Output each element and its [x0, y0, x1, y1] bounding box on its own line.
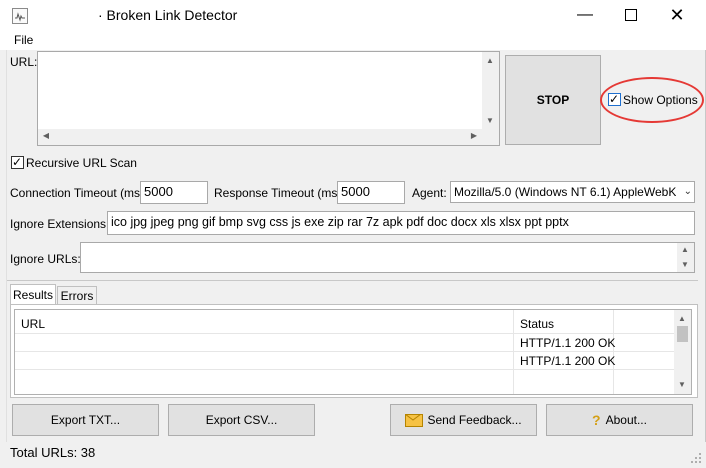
ignore-urls-input[interactable]: ▲ ▼	[80, 242, 695, 273]
response-timeout-label: Response Timeout (ms):	[214, 186, 345, 200]
scroll-down-icon[interactable]: ▼	[677, 260, 693, 269]
envelope-icon	[405, 413, 424, 427]
window-title: · Broken Link Detector	[98, 7, 238, 23]
scroll-up-icon[interactable]: ▲	[677, 245, 693, 254]
tab-errors[interactable]: Errors	[57, 286, 97, 304]
checkmark-icon: ✓	[12, 155, 23, 169]
url-input[interactable]: ▲ ▼ ◀ ▶	[37, 51, 500, 146]
scroll-down-icon[interactable]: ▼	[674, 380, 690, 389]
row-divider	[15, 369, 675, 370]
scroll-corner	[482, 129, 499, 145]
table-row[interactable]: HTTP/1.1 200 OK	[15, 334, 675, 351]
table-row[interactable]: HTTP/1.1 200 OK	[15, 352, 675, 369]
maximize-button[interactable]	[608, 0, 654, 30]
about-label: About...	[605, 413, 647, 427]
url-hscrollbar[interactable]: ◀ ▶	[38, 129, 483, 145]
minimize-button[interactable]: —	[562, 0, 608, 30]
response-timeout-input[interactable]: 5000	[337, 181, 405, 204]
highlight-ellipse	[600, 77, 704, 123]
scroll-right-icon[interactable]: ▶	[466, 131, 482, 140]
ignore-extensions-label: Ignore Extensions:	[10, 217, 110, 231]
agent-value: Mozilla/5.0 (Windows NT 6.1) AppleWebKit…	[454, 185, 676, 199]
tab-results[interactable]: Results	[10, 284, 56, 304]
results-scrollbar[interactable]: ▲ ▼	[674, 310, 691, 394]
close-button[interactable]: ✕	[654, 0, 700, 30]
total-urls-status: Total URLs: 38	[10, 445, 96, 460]
results-listview[interactable]: URL Status HTTP/1.1 200 OK HTTP/1.1 200 …	[14, 309, 692, 395]
scroll-up-icon[interactable]: ▲	[674, 314, 690, 323]
about-button[interactable]: ? About...	[546, 404, 693, 436]
maximize-icon	[625, 9, 637, 21]
scroll-thumb[interactable]	[677, 326, 688, 342]
minimize-icon: —	[577, 6, 593, 23]
recursive-scan-label[interactable]: Recursive URL Scan	[26, 156, 137, 170]
app-icon	[12, 8, 28, 24]
column-header-status[interactable]: Status	[520, 317, 554, 331]
url-label: URL:	[10, 55, 38, 69]
recursive-scan-checkbox[interactable]: ✓	[11, 155, 24, 169]
cell-status: HTTP/1.1 200 OK	[520, 336, 616, 350]
agent-select[interactable]: Mozilla/5.0 (Windows NT 6.1) AppleWebKit…	[450, 181, 695, 203]
send-feedback-label: Send Feedback...	[427, 413, 522, 427]
column-header-url[interactable]: URL	[21, 317, 45, 331]
agent-label: Agent:	[412, 186, 447, 200]
ignore-urls-label: Ignore URLs:	[10, 252, 81, 266]
status-bar	[0, 442, 706, 468]
scroll-up-icon[interactable]: ▲	[482, 56, 498, 65]
connection-timeout-label: Connection Timeout (ms):	[10, 186, 148, 200]
left-strip	[0, 50, 7, 468]
menu-bar	[0, 30, 706, 50]
resize-grip-icon[interactable]	[690, 452, 702, 464]
question-mark-icon: ?	[592, 412, 601, 428]
stop-button[interactable]: STOP	[505, 55, 601, 145]
export-txt-button[interactable]: Export TXT...	[12, 404, 159, 436]
close-icon: ✕	[669, 4, 685, 25]
chevron-down-icon[interactable]: ⌄	[684, 186, 692, 197]
send-feedback-button[interactable]: Send Feedback...	[390, 404, 537, 436]
cell-status: HTTP/1.1 200 OK	[520, 354, 616, 368]
menu-file[interactable]: File	[14, 33, 33, 47]
export-csv-button[interactable]: Export CSV...	[168, 404, 315, 436]
splitter[interactable]	[7, 280, 698, 281]
ignore-extensions-input[interactable]: ico jpg jpeg png gif bmp svg css js exe …	[107, 211, 695, 235]
url-vscrollbar[interactable]: ▲ ▼	[482, 52, 499, 130]
ignore-urls-scrollbar[interactable]: ▲ ▼	[677, 243, 694, 272]
scroll-down-icon[interactable]: ▼	[482, 116, 498, 125]
connection-timeout-input[interactable]: 5000	[140, 181, 208, 204]
scroll-left-icon[interactable]: ◀	[38, 131, 54, 140]
